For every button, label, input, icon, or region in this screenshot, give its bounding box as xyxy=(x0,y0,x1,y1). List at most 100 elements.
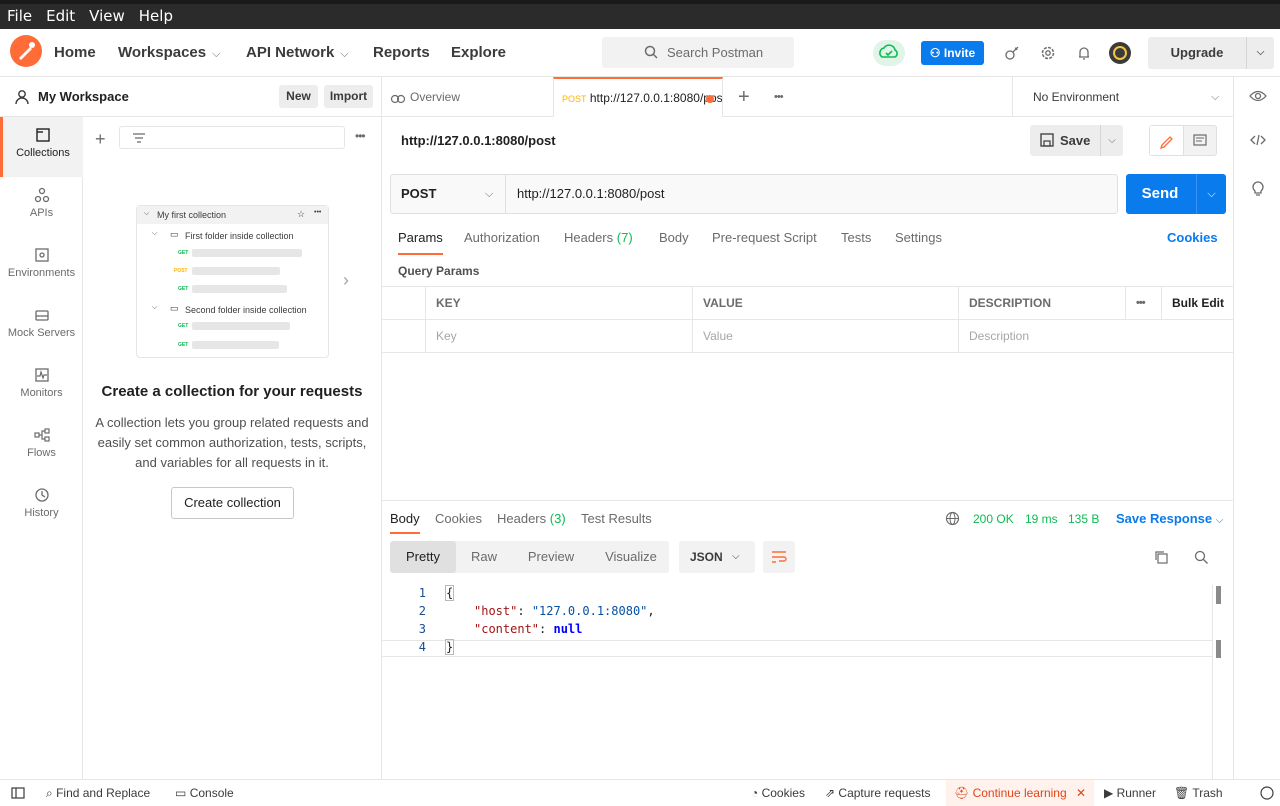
edit-pencil-icon[interactable] xyxy=(1150,126,1184,155)
help-icon[interactable] xyxy=(1260,786,1274,800)
sidebar-item-environments[interactable]: Environments xyxy=(0,237,83,297)
response-tab-headers[interactable]: Headers (3) xyxy=(497,511,566,526)
lightbulb-icon[interactable] xyxy=(1251,180,1265,196)
create-collection-button[interactable]: Create collection xyxy=(171,487,294,519)
save-button[interactable]: Save ⌵ xyxy=(1030,125,1123,156)
sidebar: My Workspace New Import Collections APIs… xyxy=(0,77,382,779)
chevron-down-icon[interactable]: ⌵ xyxy=(1100,125,1123,156)
more-options-icon[interactable]: ••• xyxy=(355,129,366,143)
new-button[interactable]: New xyxy=(279,85,318,108)
format-select[interactable]: JSON ⌵ xyxy=(679,541,755,573)
param-value-input[interactable]: Value xyxy=(692,320,959,353)
search-icon[interactable] xyxy=(1194,550,1209,565)
tab-settings[interactable]: Settings xyxy=(895,230,942,245)
format-label: JSON xyxy=(690,550,723,564)
sidebar-item-flows[interactable]: Flows xyxy=(0,417,83,477)
url-input[interactable]: http://127.0.0.1:8080/post xyxy=(517,175,664,213)
scrollbar-thumb[interactable] xyxy=(1216,586,1221,604)
collections-panel: + ••• ⌵ My first collection ☆ ••• ⌵ ▭ Fi… xyxy=(83,117,381,779)
cookies-link[interactable]: Cookies xyxy=(1167,230,1218,245)
nav-api-network[interactable]: API Network ⌵ xyxy=(246,29,349,77)
more-tabs-icon[interactable]: ••• xyxy=(774,77,784,117)
environment-select[interactable]: No Environment ⌵ xyxy=(1012,77,1234,117)
notifications-bell-icon[interactable] xyxy=(1076,45,1092,61)
tab-pre-request-script[interactable]: Pre-request Script xyxy=(712,230,817,245)
console-button[interactable]: ▭ Console xyxy=(175,780,234,806)
sidebar-item-label: Monitors xyxy=(20,387,63,399)
view-preview[interactable]: Preview xyxy=(522,541,580,573)
param-key-input[interactable]: Key xyxy=(425,320,693,353)
chevron-down-icon[interactable]: ⌵ xyxy=(1196,174,1226,214)
sidebar-item-collections[interactable]: Collections xyxy=(0,117,83,177)
response-size[interactable]: 135 B xyxy=(1068,512,1099,526)
continue-learning-button[interactable]: ⛑ Continue learning ✕ xyxy=(946,780,1095,806)
param-description-input[interactable]: Description xyxy=(958,320,1233,353)
menu-view[interactable]: View xyxy=(82,4,132,29)
menu-file[interactable]: File xyxy=(0,4,39,29)
code-icon[interactable] xyxy=(1250,133,1266,147)
filter-input[interactable] xyxy=(119,126,345,149)
search-input[interactable]: Search Postman xyxy=(602,37,794,68)
save-disk-icon xyxy=(1040,133,1054,147)
globe-icon[interactable] xyxy=(945,511,960,526)
response-tab-body[interactable]: Body xyxy=(390,511,420,534)
satellite-icon[interactable] xyxy=(1004,45,1020,61)
bulk-edit-button[interactable]: Bulk Edit xyxy=(1161,287,1233,320)
sidebar-item-mock-servers[interactable]: Mock Servers xyxy=(0,297,83,357)
console-icon: ▭ xyxy=(175,786,187,800)
sidebar-item-history[interactable]: History xyxy=(0,477,83,537)
response-body-editor[interactable]: 1 2 3 4 { "host": "127.0.0.1:8080", "con… xyxy=(382,585,1233,780)
settings-gear-icon[interactable] xyxy=(1040,45,1056,61)
menu-edit[interactable]: Edit xyxy=(39,4,82,29)
new-tab-plus-icon[interactable]: + xyxy=(738,77,750,117)
runner-button[interactable]: ▶ Runner xyxy=(1104,780,1156,806)
tab-body[interactable]: Body xyxy=(659,230,689,245)
plus-icon[interactable]: + xyxy=(95,129,106,150)
tab-tests[interactable]: Tests xyxy=(841,230,871,245)
cookies-button[interactable]: ◔ Cookies xyxy=(751,780,805,806)
menu-help[interactable]: Help xyxy=(132,4,180,29)
view-pretty[interactable]: Pretty xyxy=(390,541,456,573)
nav-reports[interactable]: Reports xyxy=(373,29,430,77)
chevron-right-icon: › xyxy=(343,270,349,290)
tab-params[interactable]: Params xyxy=(398,230,443,255)
response-tab-cookies[interactable]: Cookies xyxy=(435,511,482,526)
send-button[interactable]: Send ⌵ xyxy=(1126,174,1226,214)
invite-button[interactable]: ⚇ Invite xyxy=(921,41,984,65)
filter-icon xyxy=(132,131,146,145)
save-response-button[interactable]: Save Response ⌵ xyxy=(1116,511,1223,526)
comment-icon[interactable] xyxy=(1184,126,1216,155)
sidebar-item-apis[interactable]: APIs xyxy=(0,177,83,237)
postman-logo-icon[interactable] xyxy=(10,35,42,67)
method-select[interactable]: POST ⌵ xyxy=(391,175,506,213)
sidebar-item-monitors[interactable]: Monitors xyxy=(0,357,83,417)
tab-overview[interactable]: Overview xyxy=(390,77,460,117)
view-visualize[interactable]: Visualize xyxy=(600,541,662,573)
close-icon[interactable]: ✕ xyxy=(1076,786,1086,800)
response-tab-test-results[interactable]: Test Results xyxy=(581,511,652,526)
tab-request[interactable]: POST http://127.0.0.1:8080/post xyxy=(553,77,723,117)
copy-icon[interactable] xyxy=(1154,550,1169,565)
nav-home[interactable]: Home xyxy=(54,29,96,77)
response-status[interactable]: 200 OK xyxy=(973,512,1014,526)
trash-button[interactable]: 🗑 Trash xyxy=(1174,780,1223,806)
tab-headers[interactable]: Headers (7) xyxy=(564,230,633,245)
upgrade-button[interactable]: Upgrade ⌵ xyxy=(1148,37,1274,69)
more-options-icon[interactable]: ••• xyxy=(1125,287,1162,320)
unsaved-dot-icon[interactable] xyxy=(706,95,714,103)
import-button[interactable]: Import xyxy=(324,85,373,108)
nav-workspaces[interactable]: Workspaces ⌵ xyxy=(118,29,220,77)
toggle-sidebar-icon[interactable] xyxy=(11,786,25,800)
scrollbar-marker xyxy=(1216,640,1221,658)
wrap-lines-icon[interactable] xyxy=(763,541,795,573)
avatar[interactable] xyxy=(1108,41,1132,65)
tab-authorization[interactable]: Authorization xyxy=(464,230,540,245)
nav-explore[interactable]: Explore xyxy=(451,29,506,77)
sync-status-icon[interactable] xyxy=(873,40,905,66)
view-raw[interactable]: Raw xyxy=(462,541,506,573)
chevron-down-icon[interactable]: ⌵ xyxy=(1246,37,1274,69)
response-time[interactable]: 19 ms xyxy=(1025,512,1058,526)
capture-requests-button[interactable]: ⇗ Capture requests xyxy=(825,780,930,806)
find-replace-button[interactable]: ⌕ Find and Replace xyxy=(46,780,150,806)
empty-state-description-line: easily set common authorization, tests, … xyxy=(97,435,367,450)
